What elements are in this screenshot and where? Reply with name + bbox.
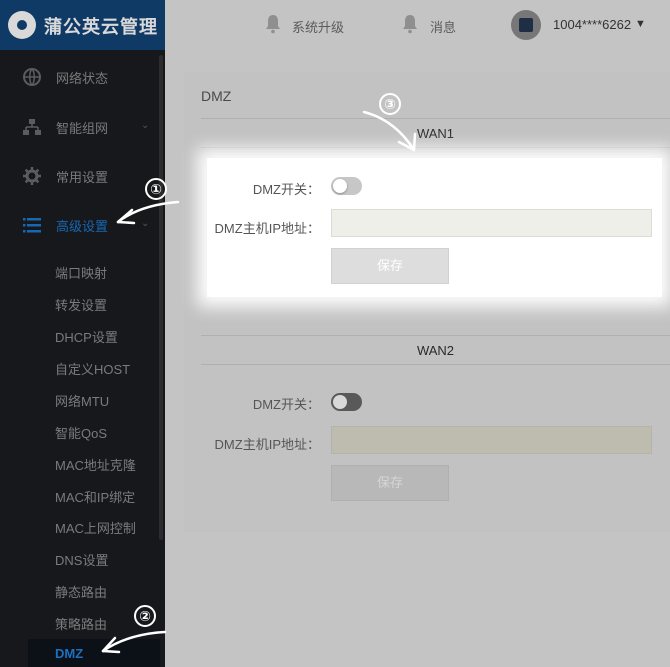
annotation-marker-2: ② (134, 605, 156, 627)
annotation-marker-3: ③ (379, 93, 401, 115)
annotation-marker-1: ① (145, 178, 167, 200)
annotation-arrows (101, 110, 417, 654)
